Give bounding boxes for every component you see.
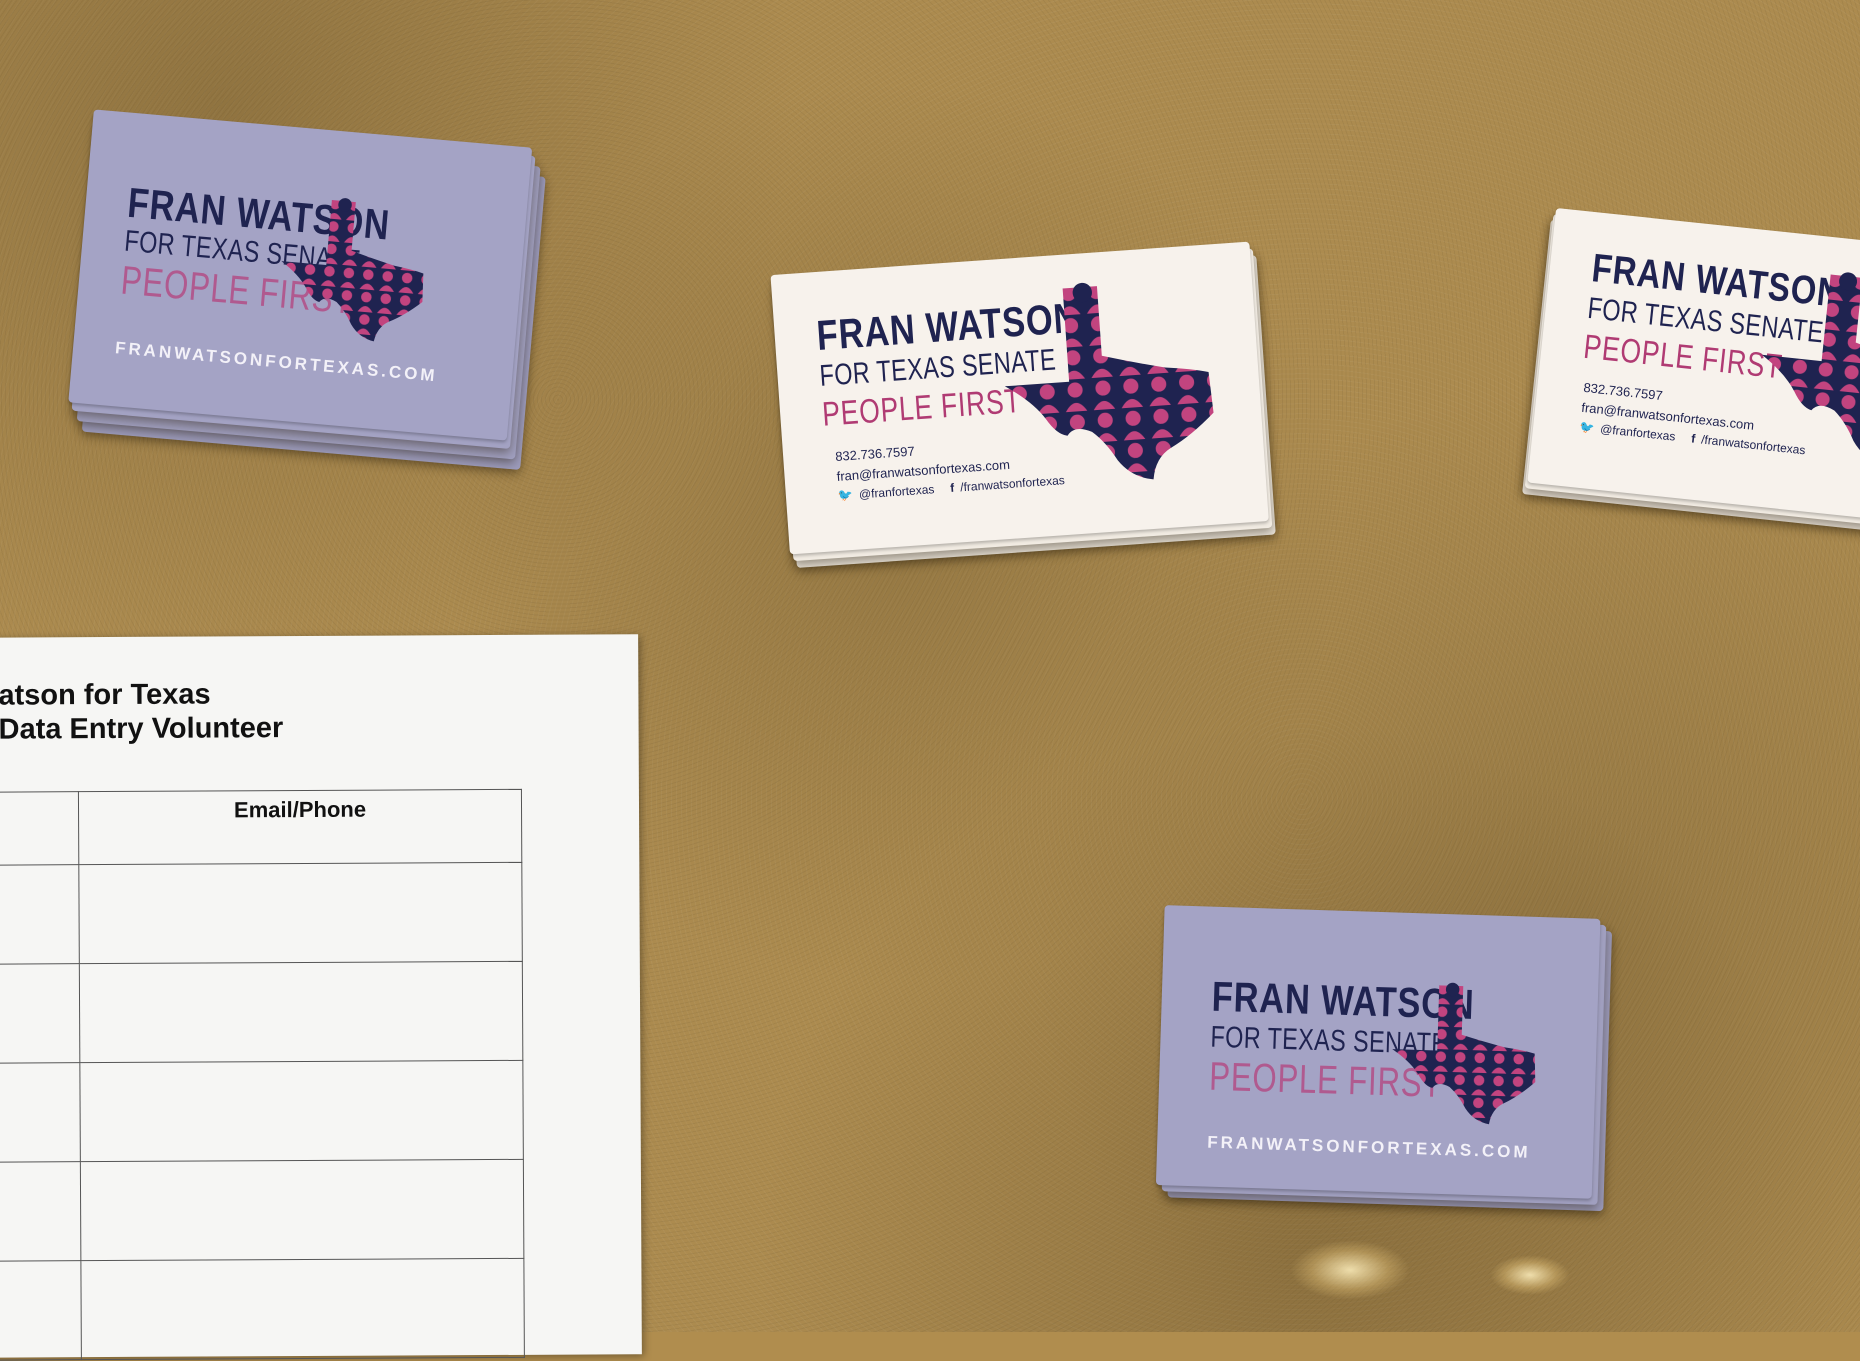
table-row[interactable] — [0, 961, 523, 1064]
business-card: FRAN WATSON FOR TEXAS SENATE PEOPLE FIRS… — [1527, 207, 1860, 521]
light-glare — [1290, 1240, 1410, 1300]
email-phone-column-header: Email/Phone — [78, 789, 522, 865]
sheet-title-line2: Data Entry Volunteer — [0, 712, 284, 746]
table-row[interactable] — [0, 1258, 525, 1361]
card-twitter: @franfortexas — [858, 482, 935, 502]
card-website: FRANWATSONFORTEXAS.COM — [1206, 1132, 1531, 1162]
card-stack-white-1[interactable]: FRAN WATSON FOR TEXAS SENATE PEOPLE FIRS… — [770, 241, 1276, 568]
sheet-title-line1: atson for Texas — [0, 678, 211, 712]
card-stack-white-2[interactable]: FRAN WATSON FOR TEXAS SENATE PEOPLE FIRS… — [1522, 207, 1860, 534]
card-phone: 832.736.7597 — [1582, 379, 1664, 404]
light-glare — [1490, 1255, 1570, 1295]
facebook-icon: f — [1690, 431, 1697, 446]
texas-map-people-icon — [998, 272, 1227, 491]
facebook-icon: f — [949, 480, 955, 496]
table-row[interactable] — [0, 1060, 524, 1163]
table-row[interactable] — [0, 862, 523, 965]
volunteer-signup-sheet[interactable]: atson for Texas Data Entry Volunteer Ema… — [0, 634, 642, 1361]
name-column-header — [0, 791, 79, 866]
texas-map-people-icon — [1390, 976, 1545, 1131]
business-card: FRAN WATSON FOR TEXAS SENATE PEOPLE FIRS… — [68, 109, 533, 441]
card-twitter: @franfortexas — [1599, 421, 1677, 444]
table-row[interactable] — [0, 1159, 524, 1262]
texas-map-people-icon — [275, 189, 438, 352]
business-card: FRAN WATSON FOR TEXAS SENATE PEOPLE FIRS… — [1155, 905, 1601, 1199]
card-phone: 832.736.7597 — [834, 443, 916, 464]
signup-table: Email/Phone — [0, 789, 525, 1361]
twitter-icon: 🐦 — [837, 487, 854, 503]
twitter-icon: 🐦 — [1578, 419, 1596, 436]
card-stack-lavender-1[interactable]: FRAN WATSON FOR TEXAS SENATE PEOPLE FIRS… — [68, 109, 546, 470]
business-card: FRAN WATSON FOR TEXAS SENATE PEOPLE FIRS… — [770, 241, 1269, 555]
card-stack-lavender-2[interactable]: FRAN WATSON FOR TEXAS SENATE PEOPLE FIRS… — [1155, 905, 1613, 1212]
